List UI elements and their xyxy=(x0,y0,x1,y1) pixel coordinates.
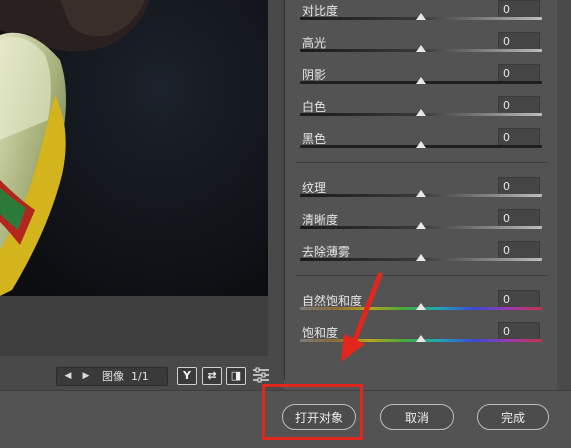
adjustment-slider-thumb[interactable] xyxy=(416,141,426,148)
adjustment-value-field[interactable]: 0 xyxy=(498,322,540,340)
adjustment-value-field[interactable]: 0 xyxy=(498,32,540,50)
image-label: 图像 1/1 xyxy=(102,370,149,383)
adjustment-value-field[interactable]: 0 xyxy=(498,64,540,82)
panel-divider xyxy=(268,0,284,390)
adjustment-slider-thumb[interactable] xyxy=(416,303,426,310)
adjustment-value-field[interactable]: 0 xyxy=(498,128,540,146)
section-divider xyxy=(296,162,548,163)
adjustment-slider-thumb[interactable] xyxy=(416,77,426,84)
before-after-icon[interactable]: ◨ xyxy=(226,367,246,385)
adjustment-slider-thumb[interactable] xyxy=(416,254,426,261)
swap-icon[interactable]: ⇄ xyxy=(202,367,222,385)
adjustment-value-field[interactable]: 0 xyxy=(498,0,540,18)
adjustment-slider-thumb[interactable] xyxy=(416,190,426,197)
adjustment-slider-thumb[interactable] xyxy=(416,13,426,20)
adjustment-slider-thumb[interactable] xyxy=(416,222,426,229)
annotation-arrow xyxy=(341,272,383,362)
image-preview xyxy=(0,0,268,296)
panel-edge xyxy=(284,0,285,380)
adjustment-value-field[interactable]: 0 xyxy=(498,209,540,227)
image-navigator: ◀ ▶ 图像 1/1 xyxy=(56,367,168,386)
adjustment-value-field[interactable]: 0 xyxy=(498,177,540,195)
done-button[interactable]: 完成 xyxy=(477,404,549,430)
adjustment-value-field[interactable]: 0 xyxy=(498,96,540,114)
adjustment-value-field[interactable]: 0 xyxy=(498,290,540,308)
panel-scroll-strip[interactable] xyxy=(557,0,571,390)
adjustment-value-field[interactable]: 0 xyxy=(498,241,540,259)
triangle-right-icon[interactable]: ▶ xyxy=(79,368,93,385)
y-toggle-icon[interactable]: Y xyxy=(177,367,197,385)
adjustment-slider-thumb[interactable] xyxy=(416,109,426,116)
adjustment-slider-thumb[interactable] xyxy=(416,45,426,52)
preview-photo xyxy=(0,0,268,296)
cancel-button[interactable]: 取消 xyxy=(380,404,454,430)
annotation-highlight-box xyxy=(262,384,363,440)
preview-empty-area xyxy=(0,296,268,356)
preferences-sliders-icon[interactable] xyxy=(252,366,270,384)
adjustment-slider-thumb[interactable] xyxy=(416,335,426,342)
triangle-left-icon[interactable]: ◀ xyxy=(61,368,75,385)
